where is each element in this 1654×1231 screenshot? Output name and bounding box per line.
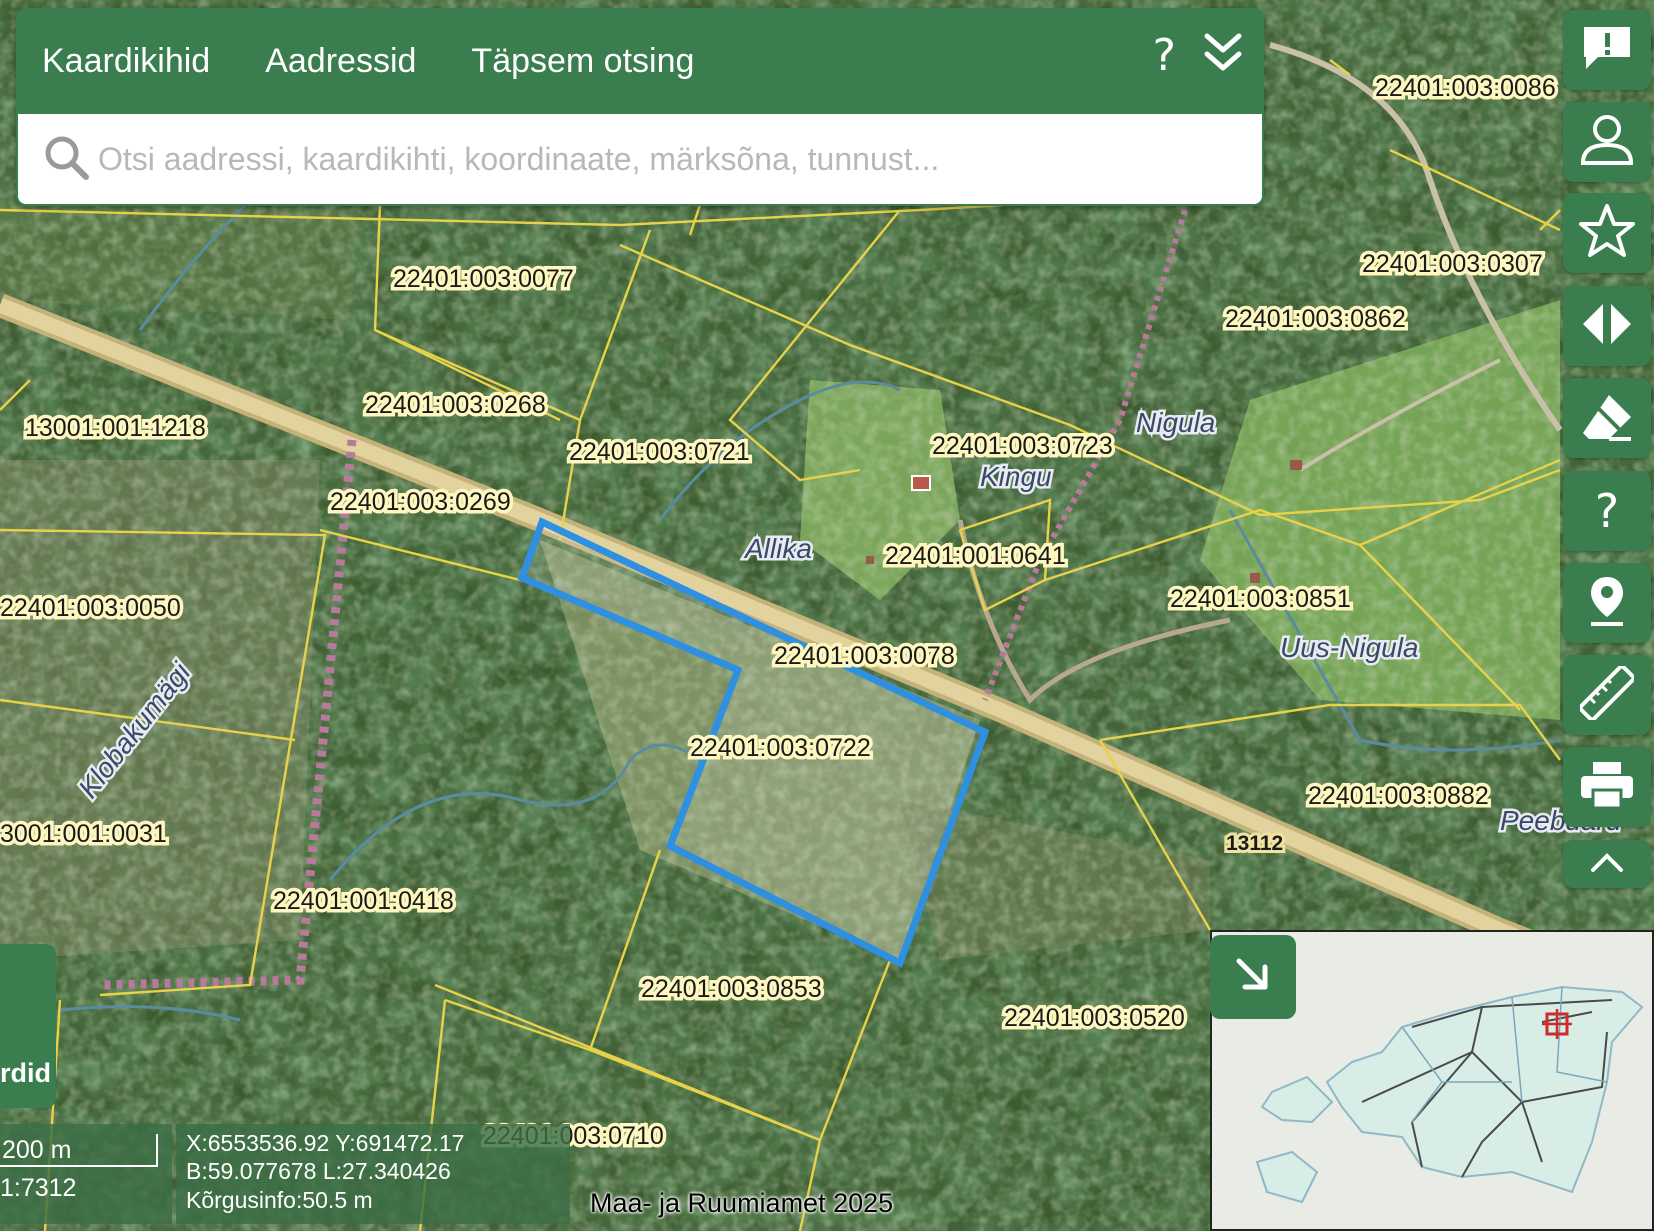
parcel-label[interactable]: 22401:003:0078	[771, 639, 959, 674]
tab-bar: Kaardikihid Aadressid Täpsem otsing ?	[16, 8, 1264, 114]
building	[1290, 460, 1302, 470]
coord-xy: X:6553536.92 Y:691472.17	[186, 1130, 465, 1156]
parcel-label[interactable]: 22401:003:0722	[687, 731, 875, 766]
scale-distance: 200 m	[2, 1136, 72, 1164]
double-chevron-down-icon[interactable]	[1202, 30, 1244, 81]
parcel-label[interactable]: 22401:003:0723	[929, 429, 1117, 464]
parcel-label[interactable]: 22401:003:0721	[566, 435, 754, 470]
parcel-label[interactable]: 13001:001:1218	[22, 411, 210, 446]
location-button[interactable]	[1563, 563, 1651, 643]
legend-panel[interactable]: rdid	[0, 944, 56, 1108]
parcel-label[interactable]: 22401:003:0307	[1359, 247, 1547, 282]
parcel-label[interactable]: 22401:001:0641	[882, 539, 1070, 574]
parcel-label[interactable]: 22401:003:0077	[390, 262, 578, 297]
search-row	[16, 114, 1264, 206]
print-icon	[1579, 760, 1635, 815]
parcel-label[interactable]: 22401:003:0853	[638, 972, 826, 1007]
parcel-label[interactable]: 22401:003:0851	[1167, 582, 1355, 617]
parcel-label[interactable]: 22401:003:0862	[1222, 302, 1410, 337]
parcel-label[interactable]: 22401:003:0050	[0, 591, 184, 626]
place-label: Uus-Nigula	[1280, 632, 1419, 663]
building	[866, 556, 874, 564]
location-icon	[1587, 575, 1627, 632]
tab-map-layers[interactable]: Kaardikihid	[42, 42, 210, 81]
parcel-label[interactable]: 22401:001:0418	[270, 884, 458, 919]
building	[911, 475, 931, 491]
coord-height: Kõrgusinfo:50.5 m	[186, 1187, 373, 1213]
measure-button[interactable]	[1563, 655, 1651, 735]
help-icon: ?	[1594, 484, 1620, 538]
compare-icon	[1581, 302, 1633, 351]
legend-panel-label: rdid	[0, 1058, 51, 1088]
eraser-icon	[1579, 391, 1635, 446]
place-label: Allika	[743, 533, 812, 564]
favorites-button[interactable]	[1563, 193, 1651, 273]
attribution: Maa- ja Ruumiamet 2025	[590, 1188, 894, 1218]
feedback-icon	[1580, 23, 1634, 78]
parcel-label[interactable]: 22401:003:0086	[1372, 71, 1560, 106]
star-icon	[1578, 203, 1636, 264]
place-label: Nigula	[1136, 407, 1215, 438]
help-tool-button[interactable]: ?	[1563, 471, 1651, 551]
feedback-button[interactable]	[1563, 10, 1651, 90]
eraser-button[interactable]	[1563, 378, 1651, 458]
chevron-up-icon	[1590, 851, 1624, 878]
parcel-label[interactable]: 22401:003:0269	[327, 485, 515, 520]
parcel-label[interactable]: 22401:003:0882	[1305, 779, 1493, 814]
collapse-toolbar-button[interactable]	[1563, 840, 1651, 888]
coordinates-box: X:6553536.92 Y:691472.17 B:59.077678 L:2…	[176, 1124, 570, 1224]
building	[1250, 573, 1260, 583]
help-button[interactable]: ?	[1153, 30, 1176, 81]
search-panel: Kaardikihid Aadressid Täpsem otsing ?	[16, 8, 1264, 206]
user-button[interactable]	[1563, 102, 1651, 182]
tab-advanced-search[interactable]: Täpsem otsing	[471, 42, 694, 81]
location-target-icon	[1542, 1009, 1572, 1039]
coord-bl: B:59.077678 L:27.340426	[186, 1158, 451, 1184]
parcel-label[interactable]: 22401:003:0268	[362, 388, 550, 423]
place-label: Kingu	[980, 461, 1052, 492]
user-icon	[1577, 113, 1637, 172]
arrow-down-right-icon	[1233, 955, 1273, 1000]
panel-header-actions: ?	[1153, 30, 1244, 81]
parcel-label[interactable]: 3001:001:0031	[0, 817, 170, 852]
parcel-label[interactable]: 22401:003:0520	[1001, 1001, 1189, 1036]
search-input[interactable]	[96, 139, 1200, 179]
overview-toggle-button[interactable]	[1210, 935, 1296, 1019]
scale-ratio: 1:7312	[0, 1174, 77, 1202]
road-number-label: 13112	[1226, 832, 1283, 855]
ruler-icon	[1576, 662, 1638, 725]
print-button[interactable]	[1563, 747, 1651, 827]
search-icon	[42, 133, 90, 186]
tab-addresses[interactable]: Aadressid	[265, 42, 416, 81]
compare-button[interactable]	[1563, 286, 1651, 366]
